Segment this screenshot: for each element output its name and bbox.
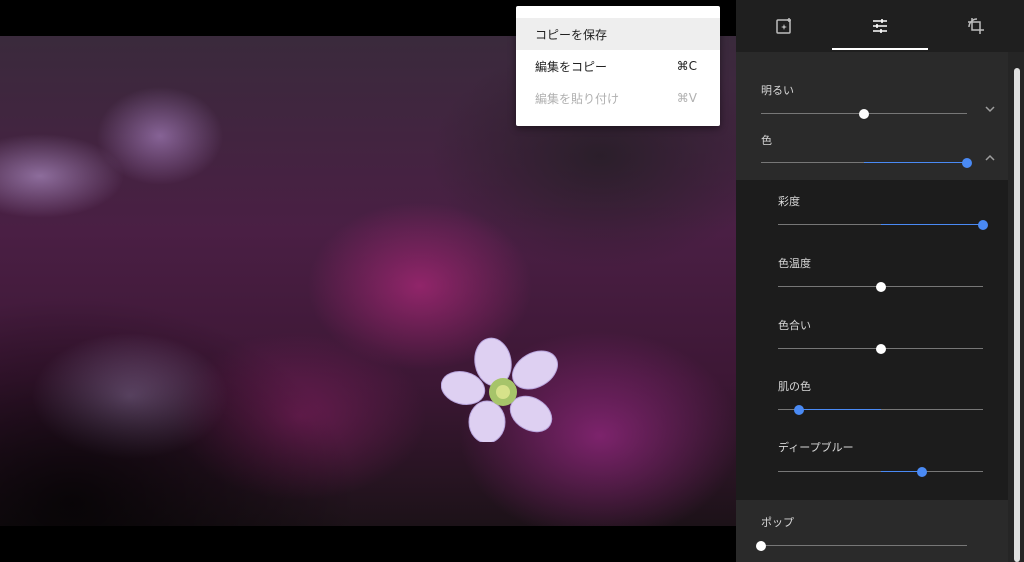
pop-label: ポップ [761, 516, 794, 529]
chevron-down-icon[interactable] [983, 102, 997, 116]
deep-blue-slider[interactable] [778, 465, 983, 479]
skin-tone-slider[interactable] [778, 403, 983, 417]
tint-label: 色合い [778, 319, 811, 332]
color-detail-section: 彩度 色温度 色合い 肌の色 ディープブルー [736, 180, 1008, 500]
auto-enhance-button[interactable] [736, 0, 832, 52]
menu-item-shortcut: ⌘C [676, 59, 697, 73]
menu-item-paste-edits[interactable]: 編集を貼り付け ⌘V [516, 82, 720, 114]
slider-knob[interactable] [916, 467, 927, 477]
saturation-slider[interactable] [778, 218, 988, 232]
panel-scrollbar[interactable] [1012, 64, 1022, 562]
skin-tone-label: 肌の色 [778, 380, 811, 393]
flower-image [441, 337, 558, 442]
light-label: 明るい [761, 84, 794, 97]
adjust-section-main: 明るい 色 [736, 52, 1008, 180]
crop-rotate-icon [968, 18, 984, 34]
adjust-button[interactable] [832, 0, 928, 52]
warmth-slider[interactable] [778, 280, 983, 294]
warmth-label: 色温度 [778, 257, 811, 270]
menu-item-label: 編集をコピー [535, 59, 608, 74]
pop-section: ポップ [736, 500, 1008, 562]
slider-knob[interactable] [978, 220, 988, 230]
slider-knob[interactable] [756, 541, 766, 551]
menu-item-label: 編集を貼り付け [535, 91, 620, 106]
slider-knob[interactable] [875, 282, 886, 292]
color-slider[interactable] [761, 156, 972, 170]
menu-item-shortcut: ⌘V [676, 91, 697, 105]
saturation-label: 彩度 [778, 195, 800, 208]
edit-toolbar [736, 0, 1024, 52]
adjust-sliders-icon [873, 19, 887, 33]
crop-rotate-button[interactable] [928, 0, 1024, 52]
slider-knob[interactable] [859, 109, 869, 119]
edit-panel: 明るい 色 彩度 色温度 色合い 肌の色 ディープブルー ポップ [736, 0, 1024, 562]
color-label: 色 [761, 134, 772, 147]
scrollbar-thumb[interactable] [1014, 68, 1020, 562]
menu-item-label: コピーを保存 [535, 27, 608, 42]
auto-enhance-icon [776, 18, 791, 34]
menu-item-copy-edits[interactable]: 編集をコピー ⌘C [516, 50, 720, 82]
light-slider[interactable] [761, 107, 967, 121]
slider-knob[interactable] [875, 344, 886, 354]
context-menu: コピーを保存 編集をコピー ⌘C 編集を貼り付け ⌘V [516, 6, 720, 126]
chevron-up-icon[interactable] [983, 151, 997, 165]
deep-blue-label: ディープブルー [778, 441, 854, 454]
tint-slider[interactable] [778, 342, 983, 356]
slider-knob[interactable] [793, 405, 804, 415]
pop-slider[interactable] [756, 539, 967, 553]
slider-knob[interactable] [962, 158, 972, 168]
menu-item-save-copy[interactable]: コピーを保存 [516, 18, 720, 50]
